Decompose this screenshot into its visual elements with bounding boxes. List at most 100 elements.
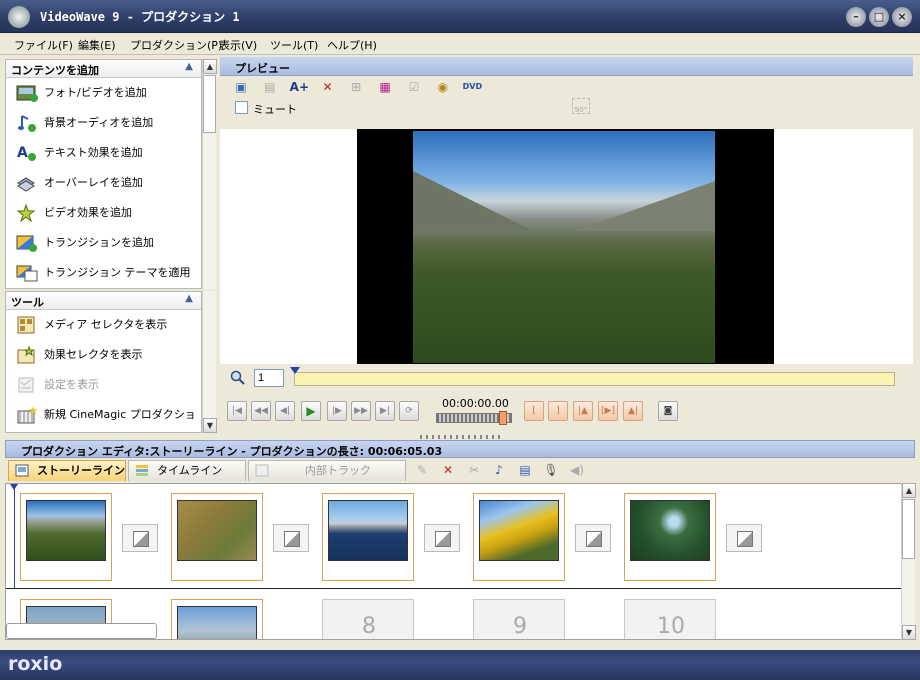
mountain-left [413, 171, 533, 231]
go-to-mark-in-icon[interactable]: |▲ [573, 401, 593, 421]
clip-5[interactable] [624, 493, 716, 581]
transition-slot[interactable] [122, 524, 158, 552]
tab-inner-track[interactable]: 内部トラック [248, 460, 406, 481]
show-settings-task[interactable]: 設定を表示 [6, 370, 201, 400]
clip-2[interactable] [171, 493, 263, 581]
show-media-selector-task[interactable]: メディア セレクタを表示 [6, 310, 201, 340]
snapshot-camera-icon[interactable]: ◙ [658, 401, 678, 421]
scrubber-playhead[interactable] [290, 367, 300, 374]
close-button[interactable]: × [892, 7, 912, 27]
add-text-icon[interactable]: A+ [290, 79, 309, 95]
tab-storyline[interactable]: ストーリーライン [8, 460, 126, 481]
align-icon[interactable]: ⊞ [347, 79, 365, 95]
cinemagic-icon [17, 406, 37, 424]
scroll-thumb[interactable] [203, 75, 216, 133]
scroll-up-icon[interactable]: ▲ [902, 483, 916, 498]
checklist-icon[interactable]: ☑ [405, 79, 423, 95]
grid-icon[interactable]: ▦ [376, 79, 394, 95]
menu-file[interactable]: ファイル(F) [14, 37, 73, 53]
loop-icon[interactable]: ⟳ [399, 401, 419, 421]
add-audio-icon[interactable]: ♪ [490, 462, 508, 478]
dvd-icon[interactable]: DVD [463, 79, 482, 95]
mark-in-icon[interactable]: [ [524, 401, 544, 421]
add-slide-icon[interactable]: ▤ [516, 462, 534, 478]
apply-transition-theme-task[interactable]: トランジション テーマを適用 [6, 258, 201, 288]
rotate-icon[interactable]: 90° [572, 98, 590, 114]
volume-slider[interactable] [436, 411, 512, 425]
storyboard-hscroll-thumb[interactable] [6, 623, 157, 639]
storyboard-playhead[interactable] [10, 484, 18, 588]
menu-production[interactable]: プロダクション(P) [130, 37, 222, 53]
go-to-mark-out-icon[interactable]: ▲| [623, 401, 643, 421]
add-overlay-task[interactable]: オーバーレイを追加 [6, 168, 201, 198]
empty-clip-slot[interactable]: 10 [624, 599, 716, 639]
film-strip-icon[interactable]: ▤ [261, 79, 279, 95]
frame-input[interactable] [254, 369, 284, 387]
go-to-end-icon[interactable]: ▶| [375, 401, 395, 421]
tab-timeline[interactable]: タイムライン [128, 460, 246, 481]
task-label: 背景オーディオを追加 [44, 116, 154, 129]
storyboard[interactable]: 8 9 10 [5, 483, 902, 640]
menu-edit[interactable]: 編集(E) [78, 37, 116, 53]
tools-panel-scrollbar[interactable]: ▼ [202, 291, 217, 433]
transition-slot[interactable] [575, 524, 611, 552]
collapse-icon[interactable]: ▲ [185, 61, 193, 72]
play-selection-icon[interactable]: [▶] [598, 401, 618, 421]
clip-1[interactable] [20, 493, 112, 581]
delete-clip-icon[interactable]: ✕ [439, 462, 457, 478]
microphone-icon[interactable]: 🎙 [542, 462, 560, 478]
scroll-thumb[interactable] [902, 499, 915, 559]
speaker-icon[interactable]: ◀) [568, 462, 586, 478]
monitor-icon[interactable]: ▣ [232, 79, 250, 95]
mark-out-icon[interactable]: ] [548, 401, 568, 421]
fast-forward-icon[interactable]: ▶▶ [351, 401, 371, 421]
empty-clip-slot[interactable]: 9 [473, 599, 565, 639]
splitter-grip[interactable] [420, 435, 500, 439]
menu-help[interactable]: ヘルプ(H) [327, 37, 377, 53]
content-panel-scrollbar[interactable]: ▲ [202, 59, 217, 289]
clip-3[interactable] [322, 493, 414, 581]
scrubber-track[interactable] [294, 372, 895, 386]
play-icon[interactable]: ▶ [301, 401, 321, 421]
menu-view[interactable]: 表示(V) [219, 37, 257, 53]
mute-checkbox[interactable] [235, 101, 248, 114]
transition-slot[interactable] [726, 524, 762, 552]
empty-clip-slot[interactable]: 8 [322, 599, 414, 639]
transition-slot[interactable] [424, 524, 460, 552]
transition-slot[interactable] [273, 524, 309, 552]
storyboard-scrollbar[interactable]: ▲ ▼ [901, 483, 916, 640]
add-video-effect-task[interactable]: ビデオ効果を追加 [6, 198, 201, 228]
add-photo-video-task[interactable]: フォト/ビデオを追加 [6, 78, 201, 108]
disc-icon[interactable]: ◉ [434, 79, 452, 95]
rewind-icon[interactable]: ◀◀ [251, 401, 271, 421]
go-to-start-icon[interactable]: |◀ [227, 401, 247, 421]
step-forward-icon[interactable]: |▶ [327, 401, 347, 421]
maximize-button[interactable]: □ [869, 7, 889, 27]
video-player[interactable] [357, 129, 774, 364]
content-panel-header[interactable]: コンテンツを追加 ▲ [6, 60, 201, 78]
edit-clip-icon[interactable]: ✎ [413, 462, 431, 478]
volume-thumb[interactable] [499, 411, 507, 425]
scroll-down-icon[interactable]: ▼ [902, 625, 916, 640]
add-transition-task[interactable]: トランジションを追加 [6, 228, 201, 258]
scroll-down-icon[interactable]: ▼ [203, 418, 217, 433]
show-effect-selector-task[interactable]: 効果セレクタを表示 [6, 340, 201, 370]
menu-tools[interactable]: ツール(T) [270, 37, 318, 53]
add-background-audio-task[interactable]: 背景オーディオを追加 [6, 108, 201, 138]
collapse-icon[interactable]: ▲ [185, 293, 193, 304]
split-icon[interactable]: ✂ [465, 462, 483, 478]
photo-video-icon [16, 85, 38, 102]
zoom-icon[interactable] [230, 370, 246, 386]
delete-icon[interactable]: ✕ [318, 79, 336, 95]
clip-7[interactable] [171, 599, 263, 639]
step-back-icon[interactable]: ◀| [275, 401, 295, 421]
tools-panel-header[interactable]: ツール ▲ [6, 292, 201, 310]
add-text-effect-task[interactable]: A テキスト効果を追加 [6, 138, 201, 168]
new-cinemagic-production-task[interactable]: 新規 CineMagic プロダクション [6, 400, 201, 451]
clip-4[interactable] [473, 493, 565, 581]
app-icon[interactable] [8, 6, 30, 28]
clip-thumbnail [328, 500, 408, 561]
minimize-button[interactable]: – [846, 7, 866, 27]
scroll-up-icon[interactable]: ▲ [203, 59, 217, 74]
video-effect-icon [16, 204, 36, 222]
